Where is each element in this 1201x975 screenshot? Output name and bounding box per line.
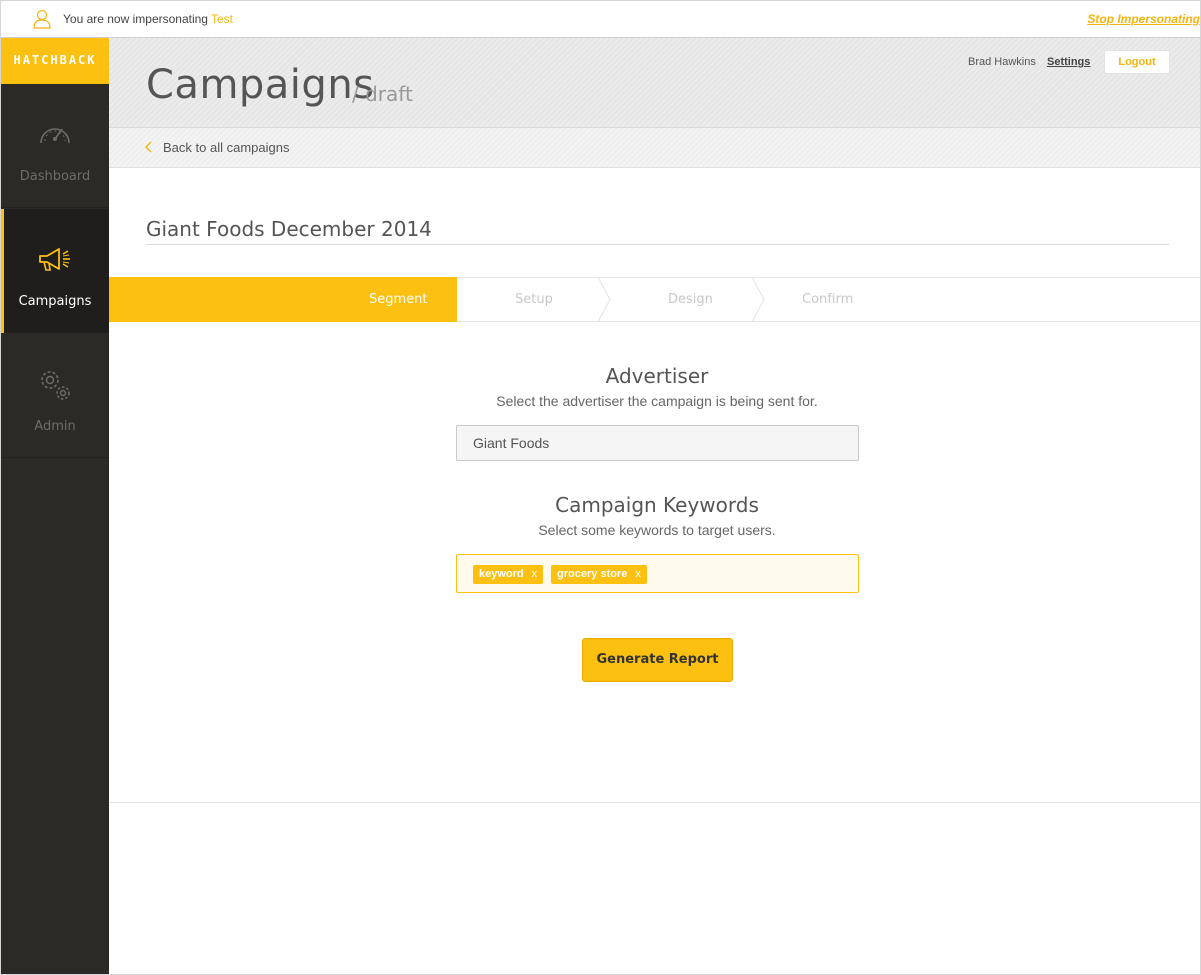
keyword-tag-label: keyword <box>479 568 524 580</box>
logo[interactable]: HATCHBACK <box>1 38 109 84</box>
gears-icon <box>41 371 70 400</box>
advertiser-description: Select the advertiser the campaign is be… <box>496 393 818 409</box>
page-header: Campaigns / draft Brad Hawkins Settings … <box>109 38 1201 128</box>
settings-link[interactable]: Settings <box>1047 56 1090 68</box>
keyword-tag: keyword x <box>473 565 544 584</box>
keywords-heading: Campaign Keywords <box>555 493 759 517</box>
keyword-tag: grocery store x <box>551 565 647 584</box>
advertiser-heading: Advertiser <box>605 364 709 388</box>
sidebar-item-label: Campaigns <box>18 294 92 309</box>
back-to-campaigns-link[interactable]: Back to all campaigns <box>163 140 289 155</box>
impersonated-user: Test <box>210 12 233 26</box>
sidebar-item-campaigns[interactable]: Campaigns <box>1 209 109 333</box>
step-design[interactable]: Design <box>668 292 713 307</box>
page-subtitle: / draft <box>352 82 413 106</box>
keywords-input[interactable]: keyword x grocery store x <box>456 554 859 593</box>
keyword-tag-label: grocery store <box>557 568 628 580</box>
remove-tag-button[interactable]: x <box>532 568 538 580</box>
step-separators <box>445 277 765 322</box>
speedometer-icon <box>40 128 70 144</box>
campaign-name: Giant Foods December 2014 <box>146 217 432 241</box>
sidebar-item-admin[interactable]: Admin <box>1 334 109 458</box>
step-confirm[interactable]: Confirm <box>802 292 853 307</box>
divider <box>146 244 1169 245</box>
logout-button[interactable]: Logout <box>1104 50 1170 74</box>
sidebar-item-dashboard[interactable]: Dashboard <box>1 84 109 208</box>
step-segment[interactable]: Segment <box>369 292 428 307</box>
impersonation-bar: You are now impersonating Test Stop Imper… <box>0 0 1201 38</box>
remove-tag-button[interactable]: x <box>635 568 641 580</box>
sidebar-item-label: Dashboard <box>19 169 91 184</box>
advertiser-field[interactable] <box>456 425 859 461</box>
breadcrumb: Back to all campaigns <box>109 128 1201 168</box>
current-user-name: Brad Hawkins <box>968 56 1036 68</box>
stop-impersonating-link[interactable]: Stop Impersonating <box>1087 12 1200 26</box>
keywords-description: Select some keywords to target users. <box>538 522 776 538</box>
page-title: Campaigns <box>146 62 375 108</box>
divider <box>109 802 1201 803</box>
impersonation-message: You are now impersonating Test <box>63 12 233 26</box>
step-setup[interactable]: Setup <box>515 292 553 307</box>
chevron-left-icon[interactable] <box>144 140 154 154</box>
generate-report-button[interactable]: Generate Report <box>582 638 733 682</box>
megaphone-icon <box>39 248 70 271</box>
user-icon <box>33 9 51 29</box>
sidebar-item-label: Admin <box>34 419 76 434</box>
impersonation-prefix: You are now impersonating <box>63 12 208 26</box>
wizard-steps: Segment Setup Design Confirm <box>109 277 1201 322</box>
sidebar: HATCHBACK Dashboard Campaigns Admin <box>0 38 109 975</box>
